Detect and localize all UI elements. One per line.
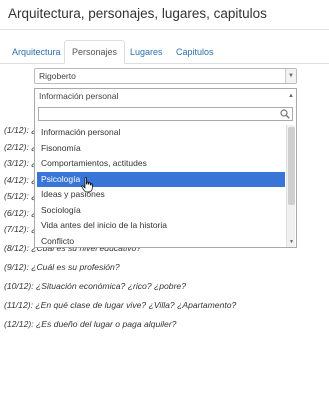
page-title: Arquitectura, personajes, lugares, capit… — [8, 6, 267, 21]
options-list: Información personal Fisonomía Comportam… — [37, 125, 285, 247]
question-item: (12/12): ¿Es dueño del lugar o paga alqu… — [4, 319, 177, 329]
question-item: (5/12): ¿ — [4, 191, 37, 201]
category-select-dropdown[interactable]: Información personal ▲ Información perso… — [34, 88, 297, 248]
search-icon — [280, 109, 290, 119]
question-item: (10/12): ¿Situación económica? ¿rico? ¿p… — [4, 281, 186, 291]
chevron-down-icon[interactable]: ▼ — [285, 69, 296, 83]
scrollbar[interactable]: ▼ — [286, 125, 295, 247]
option-sociologia[interactable]: Sociología — [37, 203, 285, 219]
option-comportamientos[interactable]: Comportamientos, actitudes — [37, 156, 285, 172]
option-informacion-personal[interactable]: Información personal — [37, 125, 285, 141]
scroll-down-icon[interactable]: ▼ — [287, 238, 296, 247]
question-item: (9/12): ¿Cuál es su profesión? — [4, 262, 120, 272]
option-vida-antes[interactable]: Vida antes del inicio de la historia — [37, 218, 285, 234]
question-item: (11/12): ¿En qué clase de lugar vive? ¿V… — [4, 300, 237, 310]
character-select[interactable]: Rigoberto ▼ — [34, 68, 297, 84]
option-fisonomia[interactable]: Fisonomía — [37, 141, 285, 157]
question-item: (7/12): ¿ — [4, 224, 37, 234]
option-conflicto[interactable]: Conflicto — [37, 234, 285, 248]
question-item: (3/12): ¿ — [4, 158, 37, 168]
search-input[interactable] — [38, 107, 293, 121]
option-psicologia[interactable]: Psicología — [37, 171, 285, 187]
category-select-value[interactable]: Información personal ▲ — [35, 89, 296, 104]
chevron-up-icon[interactable]: ▲ — [288, 89, 294, 104]
hand-cursor-icon — [81, 177, 93, 193]
tab-personajes[interactable]: Personajes — [64, 40, 126, 64]
tab-capitulos[interactable]: Capitulos — [168, 40, 222, 64]
question-item: (4/12): ¿ — [4, 174, 37, 185]
tab-bar: Arquitectura Personajes Lugares Capitulo… — [0, 40, 329, 64]
question-item: (2/12): ¿ — [4, 141, 37, 152]
option-ideas-y-pasiones[interactable]: Ideas y pasiones — [37, 187, 285, 203]
question-item: (6/12): ¿ — [4, 207, 37, 218]
scrollbar-thumb[interactable] — [288, 127, 295, 205]
tab-lugares[interactable]: Lugares — [122, 40, 171, 64]
question-item: (1/12): ¿ — [4, 125, 37, 135]
character-select-value: Rigoberto — [39, 71, 76, 81]
tab-arquitectura[interactable]: Arquitectura — [4, 40, 69, 64]
app-header: Arquitectura, personajes, lugares, capit… — [0, 0, 329, 30]
